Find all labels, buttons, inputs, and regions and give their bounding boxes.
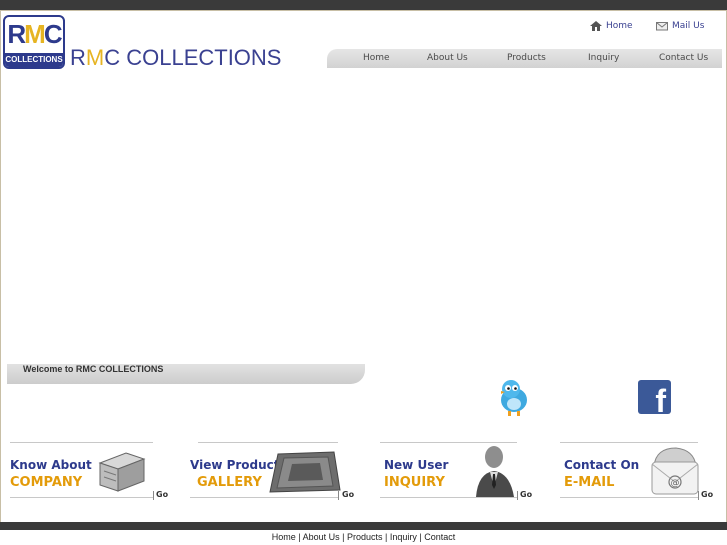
promo-go-tick (517, 491, 518, 500)
home-icon (590, 21, 602, 31)
logo-strip: COLLECTIONS (5, 53, 63, 67)
brand-name: RMC COLLECTIONS (70, 45, 282, 70)
logo-letters: RMC (7, 19, 62, 49)
promo-line (190, 497, 338, 498)
footer-links: Home | About Us | Products | Inquiry | C… (0, 532, 727, 542)
facebook-glyph: f (655, 383, 666, 419)
footer-separator: | (295, 532, 303, 542)
promo-inquiry-title: New User (384, 458, 449, 472)
top-link-home[interactable]: Home (590, 19, 633, 33)
promo-inquiry-go[interactable]: Go (520, 490, 532, 499)
carpet-icon (269, 451, 341, 493)
footer-separator: | (382, 532, 390, 542)
promo-gallery-go[interactable]: Go (342, 490, 354, 499)
nav-contact-us[interactable]: Contact Us (659, 49, 708, 68)
bottom-bar (0, 522, 727, 530)
footer-link-products[interactable]: Products (347, 532, 383, 542)
email-envelope-icon: @ (651, 447, 699, 495)
promo-gallery-subtitle: GALLERY (197, 475, 262, 490)
businessman-icon (476, 446, 514, 497)
top-link-home-label: Home (606, 21, 633, 31)
top-bar (0, 0, 727, 10)
logo[interactable]: RMC COLLECTIONS (3, 15, 65, 69)
svg-text:@: @ (671, 479, 680, 489)
promo-company-go[interactable]: Go (156, 490, 168, 499)
page: RMC COLLECTIONS RMC COLLECTIONS Home Mai… (0, 0, 727, 545)
welcome-banner: Welcome to RMC COLLECTIONS (7, 364, 365, 384)
top-link-mail[interactable]: Mail Us (656, 19, 704, 33)
books-icon (98, 452, 146, 492)
promo-go-tick (338, 491, 339, 500)
mail-icon (656, 22, 668, 31)
footer-link-contact[interactable]: Contact (424, 532, 455, 542)
nav-products[interactable]: Products (507, 49, 546, 68)
top-link-mail-label: Mail Us (672, 21, 705, 31)
promo-line (198, 442, 338, 443)
promo-line (380, 497, 517, 498)
promo-inquiry-subtitle: INQUIRY (384, 475, 445, 490)
promo-line (10, 442, 153, 443)
promo-email[interactable]: Contact On E-MAIL @ Go (560, 441, 720, 503)
promo-line (10, 497, 153, 498)
promo-go-tick (153, 491, 154, 500)
promo-company-subtitle: COMPANY (10, 475, 83, 490)
promo-email-title: Contact On (564, 458, 640, 472)
promo-inquiry[interactable]: New User INQUIRY Go (380, 441, 540, 503)
main-nav: Home About Us Products Inquiry Contact U… (327, 49, 722, 68)
promo-gallery[interactable]: View Product GALLERY Go (190, 441, 360, 503)
footer-link-inquiry[interactable]: Inquiry (390, 532, 417, 542)
facebook-icon[interactable]: f (638, 380, 671, 419)
promo-go-tick (698, 491, 699, 500)
promo-email-go[interactable]: Go (701, 490, 713, 499)
promo-email-subtitle: E-MAIL (564, 475, 615, 490)
promo-line (560, 442, 698, 443)
nav-about-us[interactable]: About Us (427, 49, 468, 68)
nav-inquiry[interactable]: Inquiry (588, 49, 619, 68)
promo-gallery-title: View Product (190, 458, 280, 472)
footer-link-home[interactable]: Home (272, 532, 296, 542)
promo-line (560, 497, 698, 498)
promo-company[interactable]: Know About COMPANY Go (10, 441, 170, 503)
footer-link-about-us[interactable]: About Us (303, 532, 340, 542)
twitter-bird-icon[interactable] (498, 378, 530, 416)
welcome-text: Welcome to RMC COLLECTIONS (23, 364, 164, 374)
nav-home[interactable]: Home (363, 49, 390, 68)
promo-company-title: Know About (10, 458, 92, 472)
footer-separator: | (339, 532, 347, 542)
